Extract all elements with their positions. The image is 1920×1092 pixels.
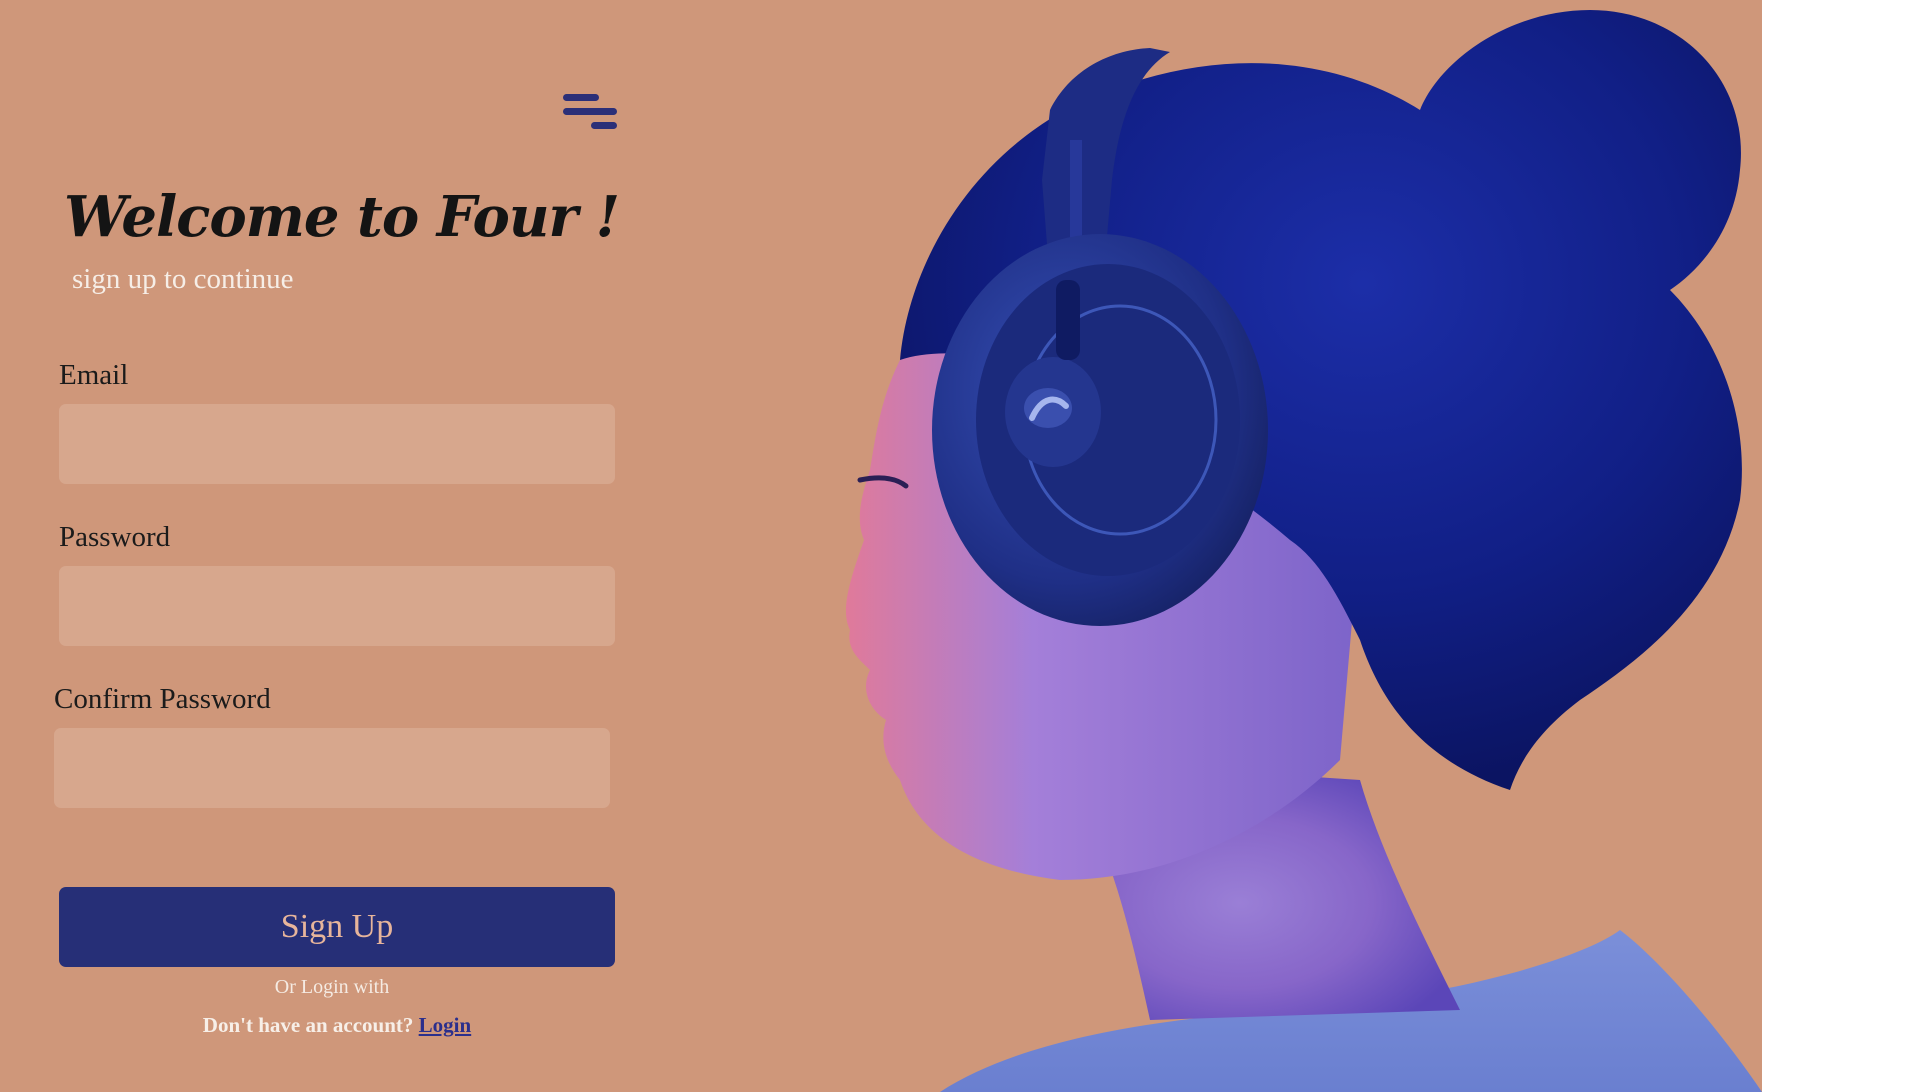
signup-page: Welcome to Four ! sign up to continue Em… bbox=[0, 0, 1762, 1092]
menu-bar-middle bbox=[563, 108, 617, 115]
confirm-password-label: Confirm Password bbox=[54, 683, 271, 715]
sign-up-button[interactable]: Sign Up bbox=[59, 887, 615, 967]
page-title: Welcome to Four ! bbox=[64, 184, 620, 250]
password-field[interactable] bbox=[59, 566, 615, 646]
confirm-password-field[interactable] bbox=[54, 728, 610, 808]
password-label: Password bbox=[59, 521, 171, 553]
or-login-with-text: Or Login with bbox=[274, 976, 390, 998]
person-with-headphones-photo bbox=[845, 10, 1762, 1092]
hamburger-menu-icon[interactable] bbox=[563, 94, 617, 134]
email-field[interactable] bbox=[59, 404, 615, 484]
no-account-row: Don't have an account? Login bbox=[59, 1013, 615, 1038]
no-account-text: Don't have an account? bbox=[202, 1013, 414, 1037]
menu-bar-bottom bbox=[591, 122, 617, 129]
login-link[interactable]: Login bbox=[419, 1013, 472, 1037]
page-subtitle: sign up to continue bbox=[72, 263, 294, 295]
menu-bar-top bbox=[563, 94, 599, 101]
email-label: Email bbox=[59, 359, 129, 391]
